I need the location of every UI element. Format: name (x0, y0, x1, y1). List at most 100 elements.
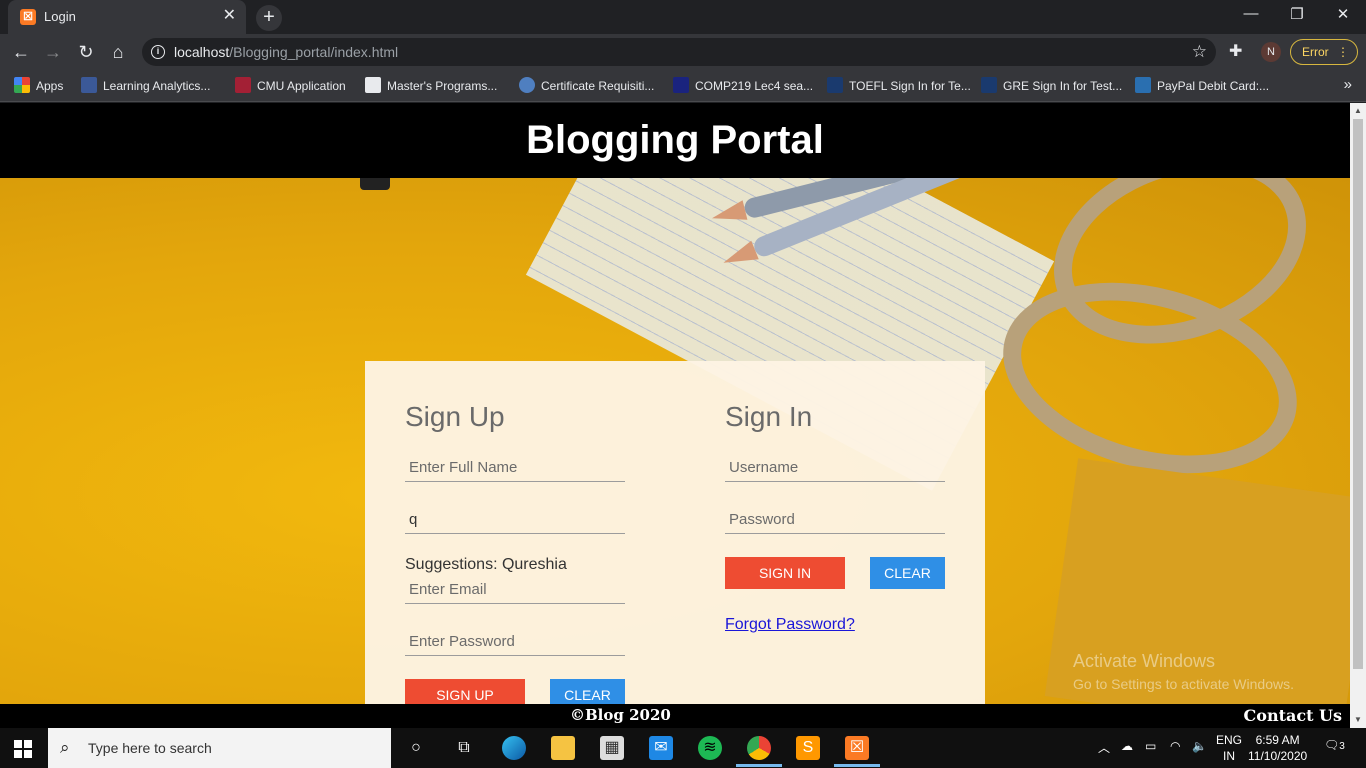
search-placeholder: Type here to search (88, 740, 212, 756)
close-tab-icon[interactable]: ✕ (223, 7, 236, 25)
chrome-active-indicator (736, 764, 782, 767)
bookmark-star-icon[interactable]: ☆ (1192, 42, 1207, 62)
bookmark-certificate[interactable]: Certificate Requisiti... (519, 77, 654, 95)
bookmark-label: Master's Programs... (387, 79, 498, 93)
bookmark-label: PayPal Debit Card:... (1157, 79, 1270, 93)
signin-clear-button[interactable]: CLEAR (870, 557, 945, 589)
task-view-icon[interactable]: ⧉ (452, 736, 476, 760)
restore-icon[interactable]: ❐ (1287, 5, 1307, 23)
bookmark-paypal[interactable]: PayPal Debit Card:... (1135, 77, 1269, 95)
tray-chevron-icon[interactable]: ︿ (1098, 739, 1110, 756)
home-icon[interactable]: ⌂ (107, 41, 129, 63)
search-icon: ⌕ (60, 738, 70, 757)
chrome-icon[interactable] (747, 736, 771, 760)
xampp-icon[interactable]: ☒ (845, 736, 869, 760)
tab-strip: ☒ Login ✕ + — ❐ ✕ (0, 0, 1366, 34)
signup-clear-button[interactable]: CLEAR (550, 679, 625, 704)
url-text[interactable]: localhost/Blogging_portal/index.html (174, 44, 398, 60)
signin-button[interactable]: SIGN IN (725, 557, 845, 589)
clock-time: 6:59 AM (1255, 733, 1300, 747)
browser-toolbar: ← → ↻ ⌂ i localhost/Blogging_portal/inde… (0, 34, 1366, 70)
contact-us-link[interactable]: Contact Us (1244, 706, 1342, 725)
language-code: ENG (1216, 733, 1243, 747)
address-bar[interactable]: i localhost/Blogging_portal/index.html ☆ (142, 38, 1216, 66)
bookmark-label: TOEFL Sign In for Te... (849, 79, 971, 93)
xampp-active-indicator (834, 764, 880, 767)
sublime-text-icon[interactable]: S (796, 736, 820, 760)
bookmark-label: GRE Sign In for Test... (1003, 79, 1123, 93)
ets-icon (827, 77, 843, 93)
site-footer: ©Blog 2020 Contact Us (0, 704, 1350, 728)
suggestions-text: Suggestions: Qureshia (405, 556, 567, 573)
system-clock[interactable]: 6:59 AM 11/10/2020 (1248, 732, 1307, 764)
signin-form: Sign In SIGN IN CLEAR Forgot Password? (725, 361, 965, 633)
signin-password-input[interactable] (725, 506, 945, 534)
browser-tab[interactable]: ☒ Login ✕ (8, 0, 246, 34)
pen-cap-image (360, 178, 390, 190)
bookmark-label: COMP219 Lec4 sea... (695, 79, 814, 93)
page-scrollbar[interactable]: ▲ ▼ (1350, 103, 1366, 728)
bookmark-label: CMU Application (257, 79, 346, 93)
store-icon[interactable]: ▦ (600, 736, 624, 760)
windows-start-icon[interactable] (14, 740, 32, 758)
bookmark-masters-programs[interactable]: Master's Programs... (365, 77, 497, 95)
copyright-text: ©Blog 2020 (570, 706, 671, 724)
web-page: Blogging Portal Sign Up Suggestions: Qur… (0, 103, 1350, 704)
url-host: localhost (174, 44, 230, 60)
close-window-icon[interactable]: ✕ (1333, 5, 1353, 23)
tab-title: Login (44, 9, 76, 24)
name-suggest-input[interactable] (405, 506, 625, 534)
new-tab-button[interactable]: + (256, 5, 282, 31)
extensions-puzzle-icon[interactable]: ✚ (1229, 41, 1242, 61)
fullname-input[interactable] (405, 454, 625, 482)
info-icon[interactable]: i (151, 45, 165, 59)
spotify-icon[interactable]: ≋ (698, 736, 722, 760)
notifications-icon[interactable]: 🗨3 (1324, 738, 1346, 758)
signin-heading: Sign In (725, 401, 813, 432)
wifi-icon[interactable]: ◠ (1170, 739, 1180, 753)
forgot-password-link[interactable]: Forgot Password? (725, 616, 855, 634)
bookmark-apps[interactable]: Apps (14, 77, 63, 95)
error-label: Error (1302, 45, 1329, 59)
site-title: Blogging Portal (526, 118, 824, 162)
auth-card: Sign Up Suggestions: Qureshia SIGN UP CL… (365, 361, 985, 704)
language-indicator[interactable]: ENG IN (1216, 732, 1242, 764)
scroll-down-icon[interactable]: ▼ (1354, 715, 1362, 724)
bookmark-gre[interactable]: GRE Sign In for Test... (981, 77, 1122, 95)
xampp-favicon-icon: ☒ (20, 9, 36, 25)
onedrive-cloud-icon[interactable]: ☁ (1121, 739, 1133, 753)
volume-icon[interactable]: 🔈 (1192, 739, 1207, 753)
watermark-title: Activate Windows (1073, 651, 1216, 671)
minimize-icon[interactable]: — (1241, 5, 1261, 22)
mail-icon[interactable]: ✉ (649, 736, 673, 760)
cortana-icon[interactable]: ○ (404, 736, 428, 760)
edge-icon[interactable] (502, 736, 526, 760)
apps-grid-icon (14, 77, 30, 93)
more-bookmarks-icon[interactable]: » (1344, 76, 1352, 93)
reload-icon[interactable]: ↻ (75, 41, 97, 63)
signup-button[interactable]: SIGN UP (405, 679, 525, 704)
taskbar-search-box[interactable]: ⌕ Type here to search (48, 728, 391, 768)
battery-icon[interactable]: ▭ (1145, 739, 1156, 753)
paypal-icon (1135, 77, 1151, 93)
email-input[interactable] (405, 576, 625, 604)
bookmark-learning-analytics[interactable]: Learning Analytics... (81, 77, 210, 95)
more-menu-icon: ⋮ (1337, 45, 1349, 59)
bookmark-comp219[interactable]: COMP219 Lec4 sea... (673, 77, 813, 95)
s-logo-icon (365, 77, 381, 93)
bookmarks-bar: Apps Learning Analytics... CMU Applicati… (0, 70, 1366, 102)
bookmark-label: Apps (36, 79, 64, 93)
profile-avatar[interactable]: N (1261, 42, 1281, 62)
bookmark-label: Learning Analytics... (103, 79, 211, 93)
bookmark-toefl[interactable]: TOEFL Sign In for Te... (827, 77, 971, 95)
error-button[interactable]: Error ⋮ (1290, 39, 1358, 65)
scroll-up-icon[interactable]: ▲ (1354, 106, 1362, 115)
username-input[interactable] (725, 454, 945, 482)
signup-password-input[interactable] (405, 628, 625, 656)
bookmark-cmu-application[interactable]: CMU Application (235, 77, 346, 95)
ets-icon (981, 77, 997, 93)
file-explorer-icon[interactable] (551, 736, 575, 760)
forward-arrow-icon[interactable]: → (42, 41, 64, 63)
back-arrow-icon[interactable]: ← (10, 41, 32, 63)
scroll-thumb[interactable] (1353, 119, 1363, 669)
